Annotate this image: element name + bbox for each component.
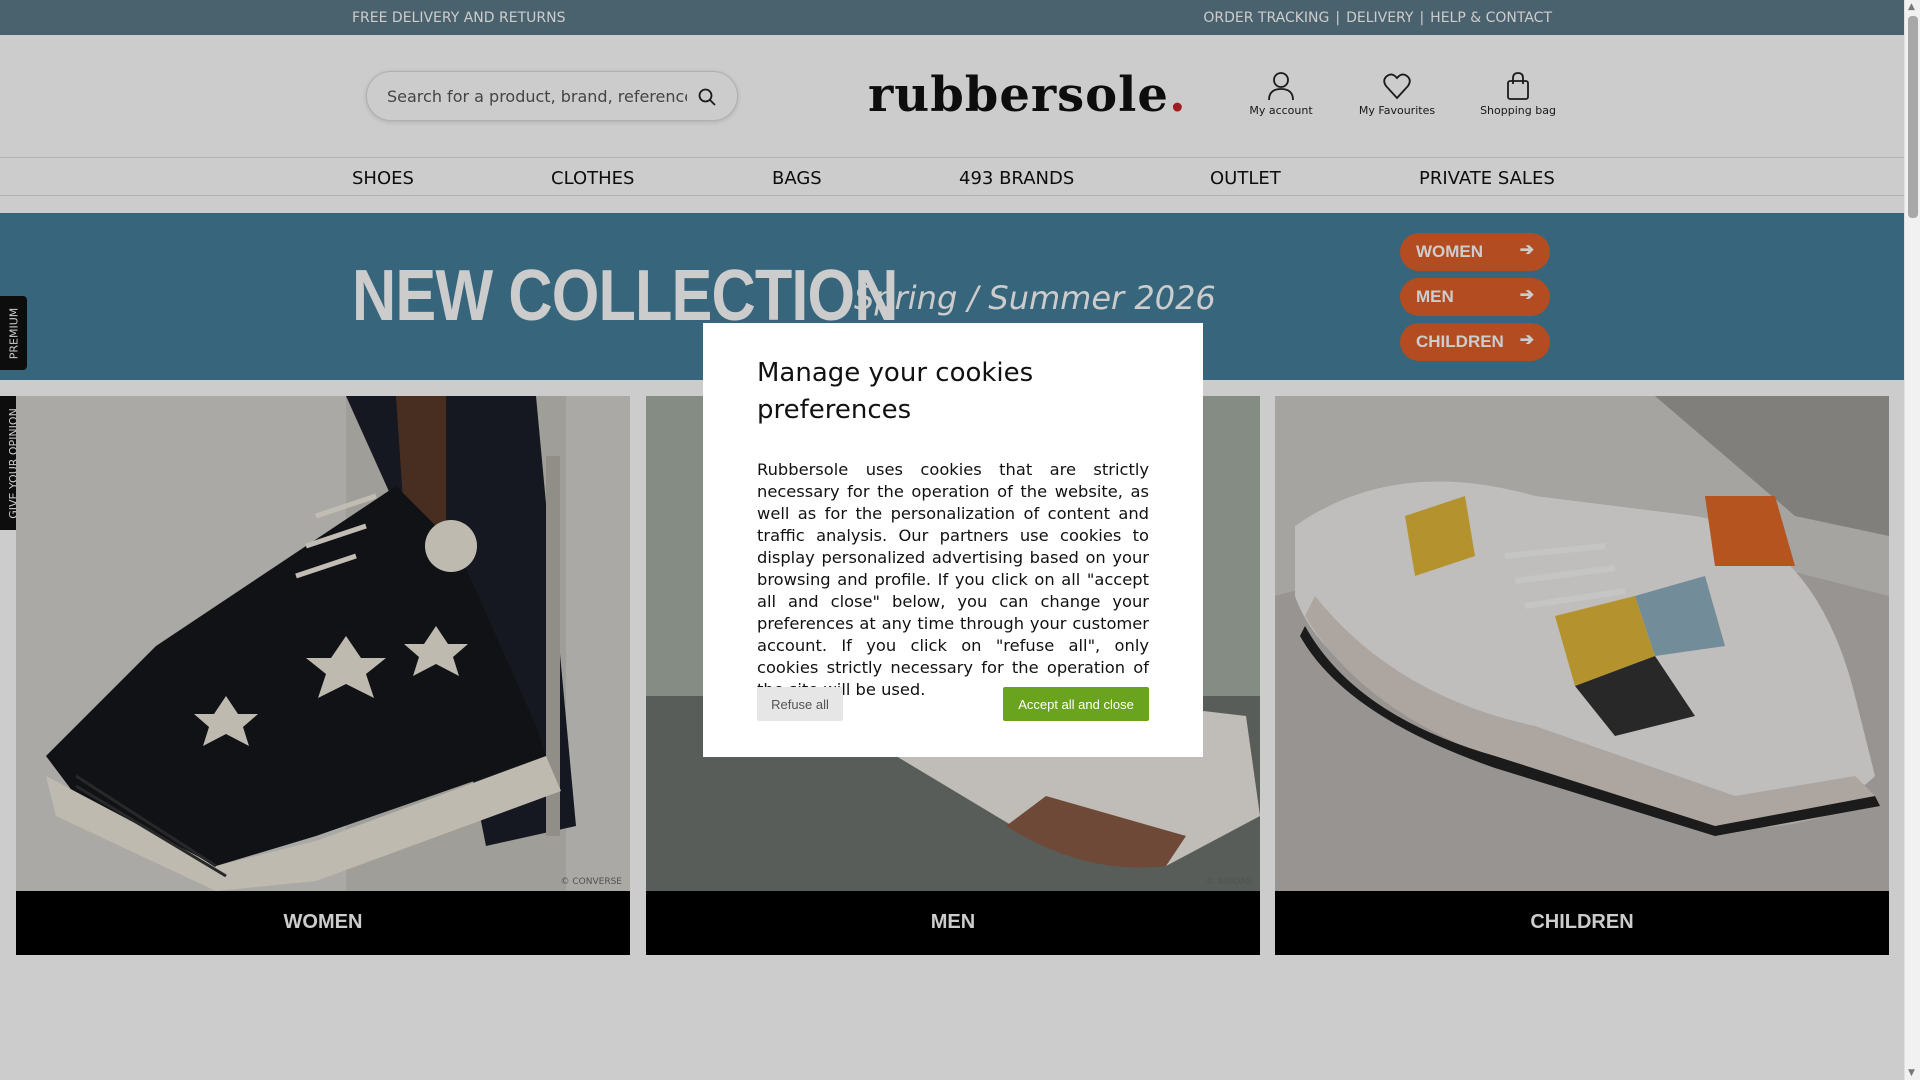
scroll-down-icon[interactable]: ▼ [1908,1068,1915,1078]
accept-all-button[interactable]: Accept all and close [1003,687,1149,721]
scroll-up-icon[interactable]: ▲ [1908,2,1915,12]
cookie-dialog-body: Rubbersole uses cookies that are strictl… [757,460,1149,699]
cookie-consent-dialog: Manage your cookies preferences Rubberso… [703,323,1203,757]
scrollbar-thumb[interactable] [1908,16,1918,218]
page-scrollbar[interactable]: ▲ ▼ [1904,0,1920,1080]
cookie-dialog-title: Manage your cookies preferences [757,358,1034,425]
refuse-all-button[interactable]: Refuse all [757,687,843,721]
